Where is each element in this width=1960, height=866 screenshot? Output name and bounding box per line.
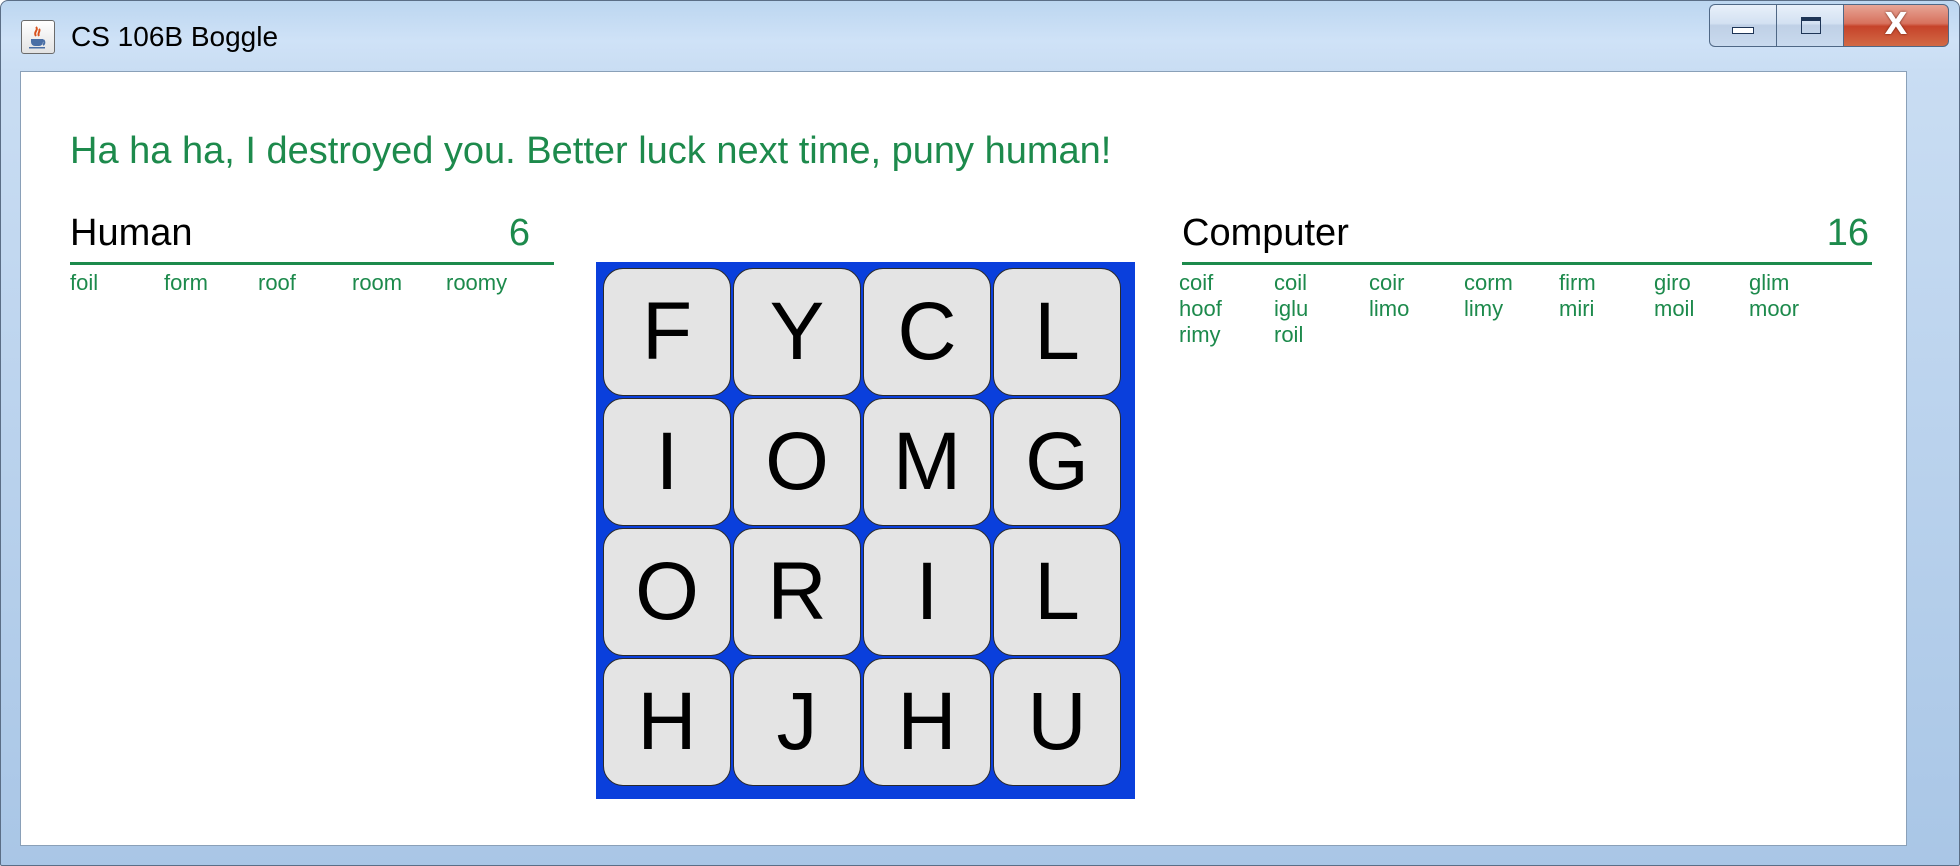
word-item: coif bbox=[1179, 270, 1214, 295]
status-message: Ha ha ha, I destroyed you. Better luck n… bbox=[70, 130, 1112, 172]
computer-label: Computer bbox=[1182, 212, 1349, 254]
letter-cube[interactable]: L bbox=[993, 268, 1121, 396]
human-word-list: foil form roof room roomy bbox=[70, 270, 540, 296]
word-item: hoof bbox=[1179, 296, 1222, 321]
computer-score: 16 bbox=[1826, 212, 1869, 254]
minimize-button[interactable] bbox=[1709, 4, 1776, 47]
minimize-icon bbox=[1732, 27, 1754, 34]
letter-cube[interactable]: I bbox=[603, 398, 731, 526]
word-item: limy bbox=[1464, 296, 1504, 321]
word-item: giro bbox=[1654, 270, 1691, 295]
word-item: limo bbox=[1369, 296, 1410, 321]
word-item: roil bbox=[1274, 322, 1304, 347]
human-header: Human 6 bbox=[70, 212, 554, 265]
letter-cube[interactable]: O bbox=[733, 398, 861, 526]
close-icon: X bbox=[1884, 7, 1908, 42]
caption-buttons: X bbox=[1709, 4, 1949, 47]
letter-cube[interactable]: Y bbox=[733, 268, 861, 396]
title-bar[interactable]: CS 106B Boggle X bbox=[1, 1, 1959, 71]
letter-cube[interactable]: H bbox=[603, 658, 731, 786]
letter-cube[interactable]: O bbox=[603, 528, 731, 656]
word-item: iglu bbox=[1274, 296, 1309, 321]
letter-cube[interactable]: C bbox=[863, 268, 991, 396]
letter-cube[interactable]: H bbox=[863, 658, 991, 786]
word-item: miri bbox=[1559, 296, 1595, 321]
letter-cube[interactable]: J bbox=[733, 658, 861, 786]
word-item: coir bbox=[1369, 270, 1405, 295]
letter-cube[interactable]: R bbox=[733, 528, 861, 656]
word-item: rimy bbox=[1179, 322, 1221, 347]
window-title: CS 106B Boggle bbox=[71, 21, 279, 52]
boggle-board: FYCLIOMGORILHJHU bbox=[596, 262, 1135, 799]
word-item: room bbox=[352, 270, 403, 295]
maximize-icon bbox=[1801, 17, 1821, 34]
boggle-window: CS 106B Boggle X Ha ha ha, I destroyed y… bbox=[0, 0, 1960, 866]
letter-cube[interactable]: F bbox=[603, 268, 731, 396]
letter-cube[interactable]: L bbox=[993, 528, 1121, 656]
human-label: Human bbox=[70, 212, 193, 254]
java-cup-icon[interactable] bbox=[21, 20, 55, 54]
computer-word-list: coif coil coir corm firm giro glim hoof iglu limo… bbox=[1179, 270, 1844, 348]
word-item: coil bbox=[1274, 270, 1308, 295]
word-item: firm bbox=[1559, 270, 1596, 295]
word-item: corm bbox=[1464, 270, 1513, 295]
close-button[interactable]: X bbox=[1843, 4, 1949, 47]
computer-header: Computer 16 bbox=[1182, 212, 1872, 265]
maximize-button[interactable] bbox=[1776, 4, 1843, 47]
letter-cube[interactable]: M bbox=[863, 398, 991, 526]
game-panel: Ha ha ha, I destroyed you. Better luck n… bbox=[20, 71, 1907, 846]
word-item: roof bbox=[258, 270, 296, 295]
word-item: moor bbox=[1749, 296, 1800, 321]
letter-cube[interactable]: I bbox=[863, 528, 991, 656]
letter-cube[interactable]: G bbox=[993, 398, 1121, 526]
letter-cube[interactable]: U bbox=[993, 658, 1121, 786]
word-item: glim bbox=[1749, 270, 1790, 295]
word-item: foil bbox=[70, 270, 99, 295]
word-item: moil bbox=[1654, 296, 1695, 321]
human-score: 6 bbox=[508, 212, 530, 254]
word-item: form bbox=[164, 270, 208, 295]
word-item: roomy bbox=[446, 270, 508, 295]
